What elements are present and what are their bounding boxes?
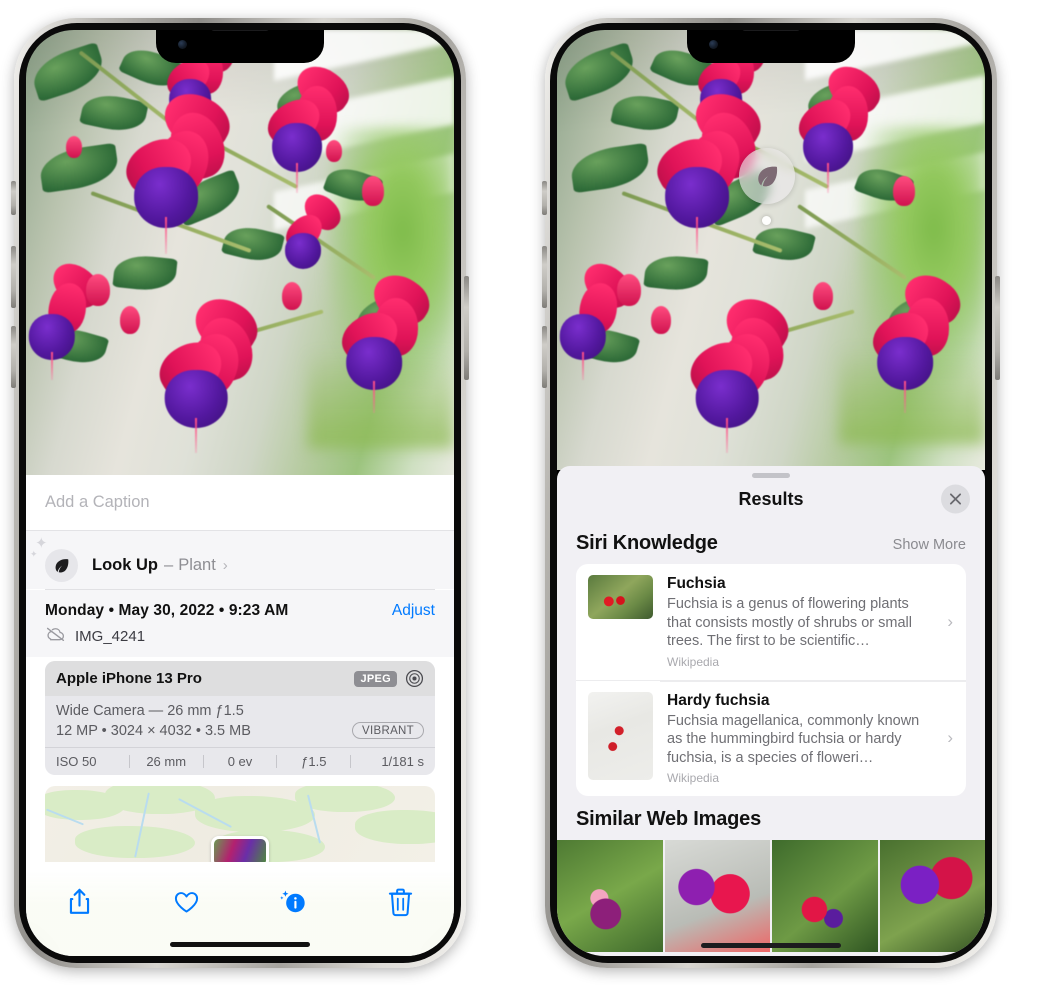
screenshot-canvas: Add a Caption ✦ ✦ Look Up – Plant › Mond…: [0, 0, 1055, 985]
front-camera: [709, 40, 718, 49]
power-button[interactable]: [464, 276, 469, 380]
chevron-right-icon: ›: [947, 611, 953, 631]
photo-metadata-block: Monday • May 30, 2022 • 9:23 AM Adjust I…: [26, 590, 454, 657]
result-description: Fuchsia is a genus of flowering plants t…: [667, 596, 912, 650]
power-button[interactable]: [995, 276, 1000, 380]
earpiece-speaker: [211, 30, 269, 31]
close-icon: [949, 493, 962, 505]
caption-placeholder: Add a Caption: [45, 493, 150, 511]
notch: [156, 30, 324, 63]
device-name: Apple iPhone 13 Pro: [56, 670, 202, 687]
chevron-right-icon: ›: [947, 728, 953, 748]
mute-switch[interactable]: [542, 181, 547, 215]
visual-lookup-badge[interactable]: [739, 148, 795, 204]
visual-lookup-results-sheet: Results Siri Knowledge Show More Fuchsia…: [557, 466, 985, 956]
photo-viewer[interactable]: [26, 30, 454, 475]
exif-card[interactable]: Apple iPhone 13 Pro JPEG Wide Camera — 2…: [45, 661, 435, 775]
format-badge: JPEG: [354, 670, 397, 687]
photo-pin-thumbnail: [211, 836, 269, 862]
exif-device-row: Apple iPhone 13 Pro JPEG: [45, 661, 435, 696]
close-button[interactable]: [941, 484, 970, 514]
show-more-button[interactable]: Show More: [893, 537, 966, 553]
results-title: Results: [738, 488, 804, 509]
leaf-icon: [45, 548, 78, 582]
exif-stat-shutter: 1/181 s: [381, 754, 424, 769]
list-item[interactable]: Hardy fuchsia Fuchsia magellanica, commo…: [576, 679, 966, 797]
look-up-subject: Plant: [178, 555, 216, 574]
exif-stats-row: ISO 50 26 mm 0 ev ƒ1.5 1/181 s: [45, 747, 435, 775]
home-indicator[interactable]: [170, 942, 310, 947]
capture-date: Monday • May 30, 2022 • 9:23 AM: [45, 602, 289, 619]
result-description: Fuchsia magellanica, commonly known as t…: [667, 712, 920, 766]
exif-lens-block: Wide Camera — 26 mm ƒ1.5 12 MP • 3024 × …: [45, 696, 435, 747]
sparkles-icon-small: ✦: [30, 549, 38, 559]
photo-toolbar: [26, 870, 454, 956]
result-title: Hardy fuchsia: [667, 691, 770, 709]
web-image-2[interactable]: [664, 840, 770, 953]
iphone-left-photos-info: Add a Caption ✦ ✦ Look Up – Plant › Mond…: [11, 18, 469, 968]
front-camera: [178, 40, 187, 49]
mute-switch[interactable]: [11, 181, 16, 215]
leaf-icon: [758, 166, 778, 187]
exif-stat-focal: 26 mm: [146, 754, 187, 769]
look-up-row[interactable]: ✦ ✦ Look Up – Plant ›: [30, 536, 435, 589]
knowledge-results-card: Fuchsia Fuchsia is a genus of flowering …: [576, 564, 966, 797]
chevron-right-icon: ›: [222, 556, 228, 574]
similar-web-images-header: Similar Web Images: [557, 796, 985, 838]
result-source: Wikipedia: [667, 654, 720, 669]
aperture-icon: [405, 669, 424, 688]
web-image-3[interactable]: [772, 840, 878, 953]
photo-viewer[interactable]: [557, 30, 985, 470]
notch: [687, 30, 855, 63]
fuchsia-thumbnail: [588, 575, 653, 619]
look-up-section: ✦ ✦ Look Up – Plant ›: [26, 531, 454, 589]
favorite-button[interactable]: [165, 882, 209, 922]
section-title-siri-knowledge: Siri Knowledge: [576, 532, 718, 554]
siri-knowledge-header: Siri Knowledge Show More: [557, 520, 985, 564]
iphone-right-visual-lookup: Results Siri Knowledge Show More Fuchsia…: [542, 18, 1000, 968]
volume-down-button[interactable]: [542, 326, 547, 388]
web-image-4[interactable]: [879, 840, 985, 953]
info-button[interactable]: [272, 882, 316, 922]
adjust-button[interactable]: Adjust: [392, 602, 435, 620]
photographic-style-badge: VIBRANT: [352, 722, 424, 739]
caption-input-row[interactable]: Add a Caption: [26, 475, 454, 531]
results-header: Results: [557, 478, 985, 520]
lens-info: Wide Camera — 26 mm ƒ1.5: [56, 703, 244, 719]
volume-down-button[interactable]: [11, 326, 16, 388]
look-up-dash: –: [164, 555, 174, 574]
hardy-fuchsia-thumbnail: [588, 691, 653, 780]
result-source: Wikipedia: [667, 771, 720, 786]
exif-stat-ev: 0 ev: [227, 754, 253, 769]
location-map-card[interactable]: [45, 786, 435, 862]
earpiece-speaker: [742, 30, 800, 31]
exif-stat-aperture: ƒ1.5: [301, 754, 327, 769]
exif-stat-iso: ISO 50: [56, 754, 97, 769]
similar-web-images-strip[interactable]: [557, 840, 985, 953]
filename: IMG_4241: [75, 628, 146, 645]
result-title: Fuchsia: [667, 575, 726, 592]
photo-info-sheet: Add a Caption ✦ ✦ Look Up – Plant › Mond…: [26, 475, 454, 956]
look-up-title: Look Up: [92, 555, 158, 574]
cloud-slash-icon: [45, 626, 66, 647]
phone-screen-left: Add a Caption ✦ ✦ Look Up – Plant › Mond…: [26, 30, 454, 956]
home-indicator[interactable]: [701, 943, 841, 948]
phone-screen-right: Results Siri Knowledge Show More Fuchsia…: [557, 30, 985, 956]
delete-button[interactable]: [379, 882, 423, 922]
image-size-info: 12 MP • 3024 × 4032 • 3.5 MB: [56, 722, 251, 739]
row-divider: [660, 680, 966, 682]
section-title-similar-web-images: Similar Web Images: [576, 808, 761, 831]
lookup-indicator-dot: [762, 216, 771, 225]
list-item[interactable]: Fuchsia Fuchsia is a genus of flowering …: [576, 564, 966, 680]
volume-up-button[interactable]: [542, 246, 547, 308]
share-button[interactable]: [58, 882, 102, 922]
web-image-1[interactable]: [557, 840, 663, 953]
volume-up-button[interactable]: [11, 246, 16, 308]
